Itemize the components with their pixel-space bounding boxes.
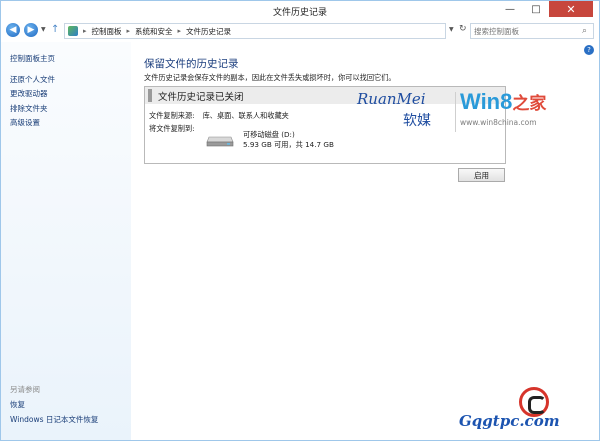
target-label: 将文件复制到: [149, 124, 195, 133]
address-bar: ◀ ▶ ▼ ↑ ▸ 控制面板 ▸ 系统和安全 ▸ 文件历史记录 ▼ ↻ ⌕ [1, 20, 599, 42]
breadcrumb-file-history[interactable]: 文件历史记录 [186, 26, 231, 37]
watermark: RuanMei 软媒 Win8之家 www.win8china.com [357, 88, 546, 138]
search-box[interactable]: ⌕ [470, 23, 594, 39]
enable-button[interactable]: 启用 [458, 168, 505, 182]
drive-space: 5.93 GB 可用，共 14.7 GB [243, 140, 334, 149]
watermark-brand-latin: RuanMei [357, 90, 426, 108]
watermark-site-cn: 之家 [512, 94, 547, 113]
status-text: 文件历史记录已关闭 [158, 91, 244, 103]
watermark-site: Win8之家 [460, 89, 546, 115]
address-dropdown-icon[interactable]: ▼ [449, 26, 454, 33]
sidebar-item-exclude-folders[interactable]: 排除文件夹 [10, 103, 48, 114]
drive-name: 可移动磁盘 (D:) [243, 130, 295, 139]
status-bar-marker [148, 89, 152, 102]
breadcrumb-control-panel[interactable]: 控制面板 [92, 26, 122, 37]
corner-logo-text: Gqgtpc.com [459, 412, 560, 430]
search-input[interactable] [474, 26, 582, 36]
status-panel: 文件历史记录已关闭 文件复制来源: 库、桌面、联系人和收藏夹 将文件复制到: 可移… [144, 86, 546, 164]
source-value: 库、桌面、联系人和收藏夹 [202, 111, 289, 120]
search-icon[interactable]: ⌕ [582, 26, 587, 36]
sidebar-item-journal-recovery[interactable]: Windows 日记本文件恢复 [10, 414, 98, 425]
title-bar: 文件历史记录 — □ ✕ [1, 1, 599, 20]
watermark-divider [455, 92, 456, 132]
source-label: 文件复制来源: [149, 111, 195, 120]
refresh-icon[interactable]: ↻ [459, 24, 467, 34]
breadcrumb-separator: ▸ [177, 27, 182, 35]
sidebar: 控制面板主页 还原个人文件 更改驱动器 排除文件夹 高级设置 另请参阅 恢复 W… [1, 42, 131, 440]
sidebar-item-restore-files[interactable]: 还原个人文件 [10, 74, 55, 85]
close-button[interactable]: ✕ [549, 1, 593, 17]
recent-pages-dropdown[interactable]: ▼ [41, 26, 46, 33]
see-also-heading: 另请参阅 [10, 385, 40, 394]
removable-drive-icon [206, 136, 234, 147]
breadcrumb-separator: ▸ [83, 27, 87, 35]
control-panel-icon [68, 26, 78, 36]
watermark-site-latin: Win8 [460, 89, 513, 114]
forward-arrow-icon[interactable]: ▶ [24, 23, 38, 37]
minimize-button[interactable]: — [498, 1, 522, 17]
main-content: ? 保留文件的历史记录 文件历史记录会保存文件的副本，因此在文件丢失或损坏时，你… [131, 42, 599, 440]
help-icon[interactable]: ? [584, 45, 594, 55]
watermark-url: www.win8china.com [460, 118, 537, 127]
back-arrow-icon[interactable]: ◀ [6, 23, 20, 37]
watermark-brand-cn: 软媒 [403, 113, 431, 129]
file-history-window: 文件历史记录 — □ ✕ ◀ ▶ ▼ ↑ ▸ 控制面板 ▸ 系统和安全 ▸ 文件… [0, 0, 600, 441]
sidebar-item-control-panel-home[interactable]: 控制面板主页 [10, 53, 55, 64]
address-box[interactable]: ▸ 控制面板 ▸ 系统和安全 ▸ 文件历史记录 [64, 23, 446, 39]
sidebar-item-change-drive[interactable]: 更改驱动器 [10, 88, 48, 99]
source-row: 文件复制来源: 库、桌面、联系人和收藏夹 [149, 111, 289, 121]
breadcrumb-system-security[interactable]: 系统和安全 [135, 26, 173, 37]
sidebar-item-advanced-settings[interactable]: 高级设置 [10, 117, 40, 128]
up-arrow-icon[interactable]: ↑ [51, 24, 59, 35]
maximize-button[interactable]: □ [524, 1, 548, 17]
breadcrumb-separator: ▸ [126, 27, 131, 35]
page-description: 文件历史记录会保存文件的副本，因此在文件丢失或损坏时，你可以找回它们。 [144, 73, 396, 82]
page-title: 保留文件的历史记录 [144, 58, 239, 70]
sidebar-item-recovery[interactable]: 恢复 [10, 399, 25, 410]
